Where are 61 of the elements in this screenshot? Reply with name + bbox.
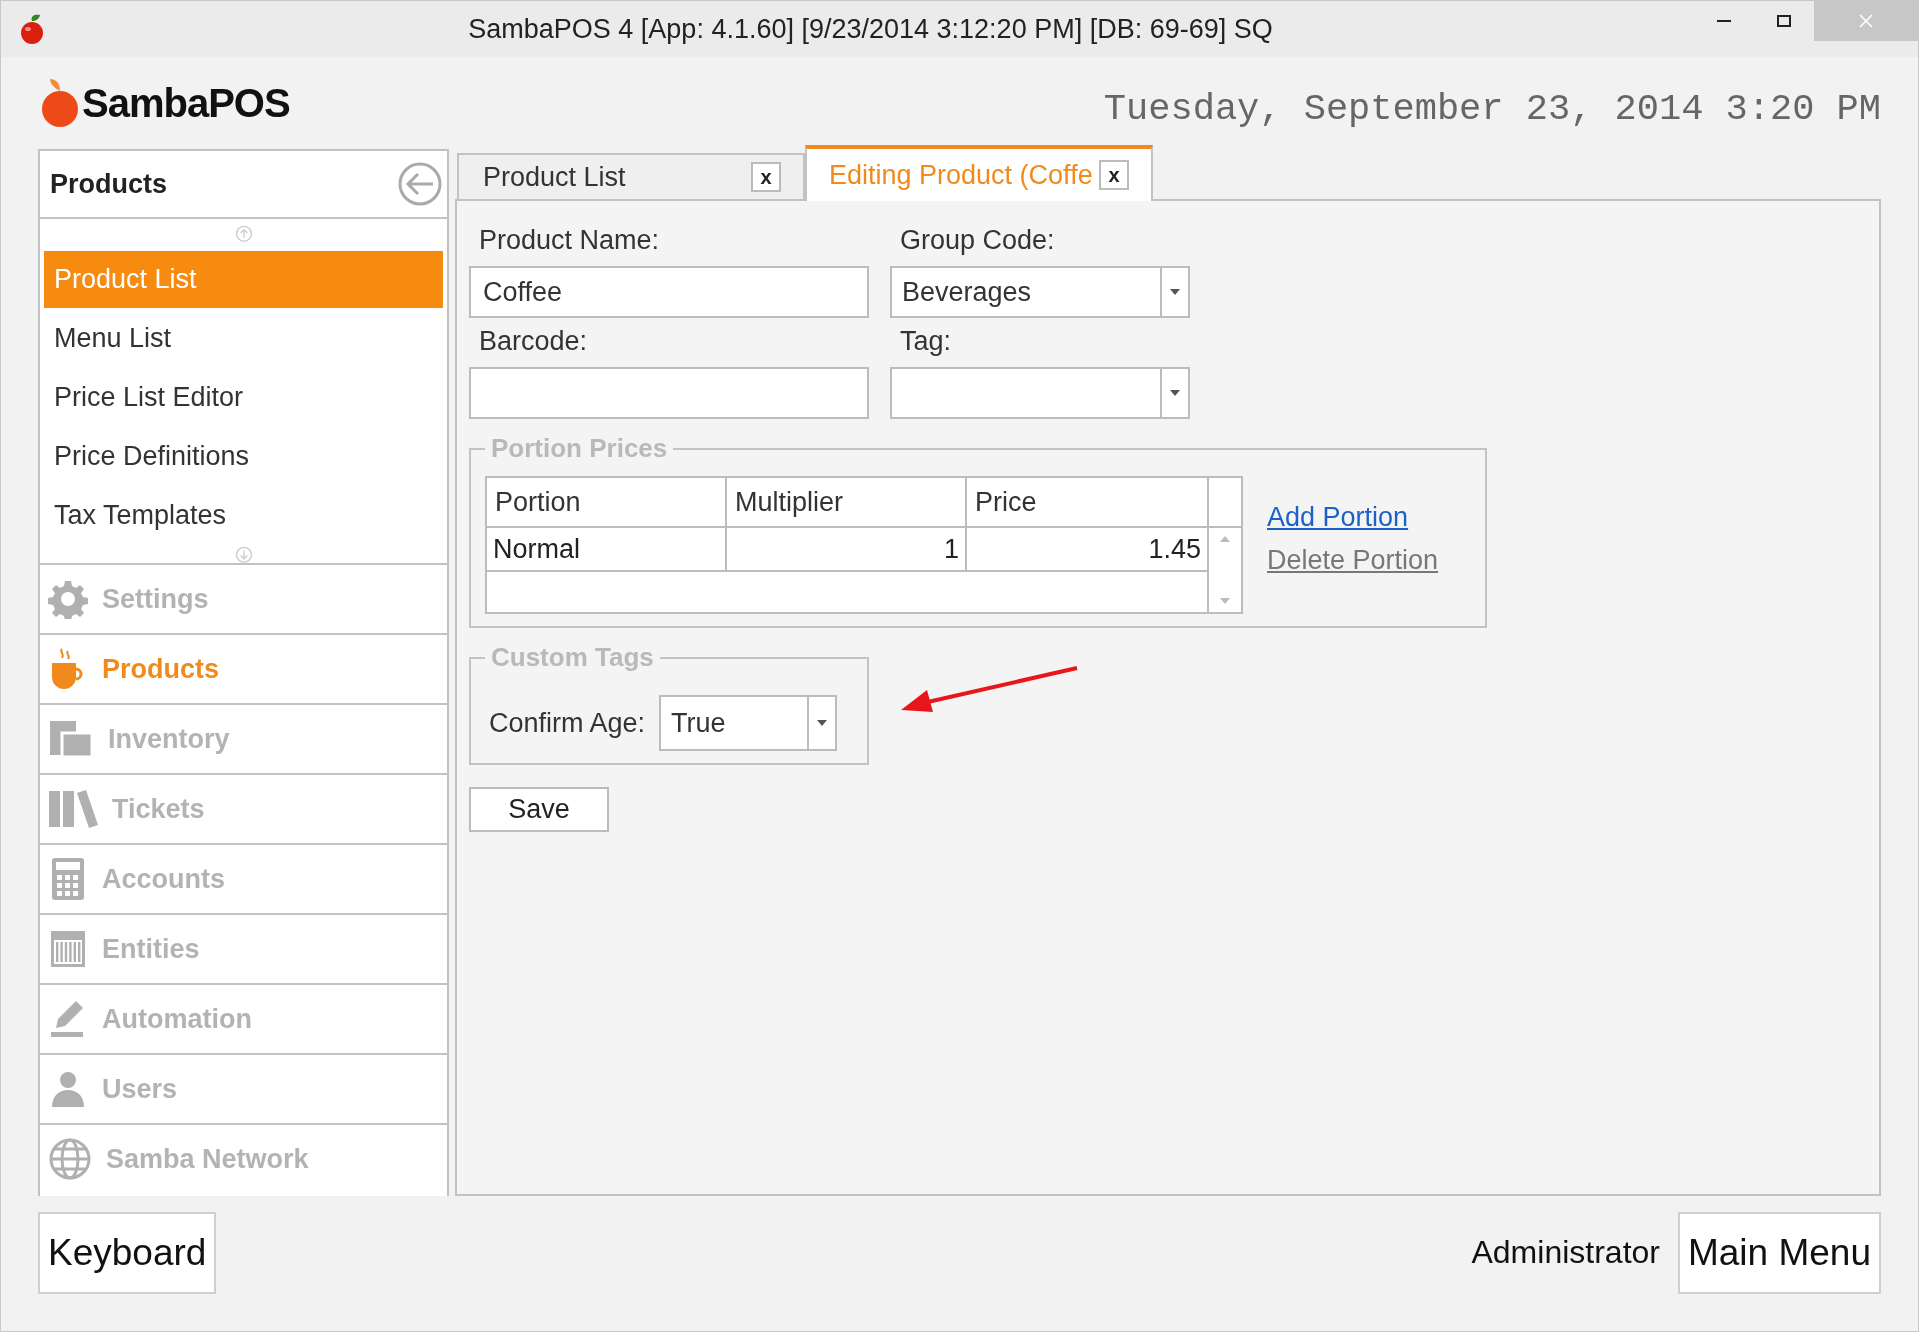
nav-label: Samba Network: [106, 1143, 309, 1175]
table-cell: 1: [727, 528, 967, 572]
nav-label: Automation: [102, 1003, 252, 1035]
dropdown[interactable]: Beverages: [890, 266, 1190, 318]
field-label: Confirm Age:: [489, 707, 646, 739]
input-field[interactable]: [469, 367, 869, 419]
barcode-panel-icon: [48, 929, 88, 969]
nav-label: Inventory: [108, 723, 230, 755]
main-menu-button[interactable]: Main Menu: [1677, 1212, 1881, 1294]
minimize-icon: [1717, 20, 1731, 22]
column-header: Multiplier: [727, 478, 967, 528]
sidebar-item[interactable]: Price List Editor: [44, 368, 443, 426]
sidebar-title: Products: [50, 168, 168, 200]
tab-close-button[interactable]: x: [751, 162, 781, 192]
scroll-up-icon[interactable]: [1220, 536, 1230, 542]
dropdown[interactable]: True: [659, 695, 838, 751]
field-label: Tag:: [899, 325, 953, 358]
group-title: Custom Tags: [490, 642, 655, 673]
input-field[interactable]: Coffee: [469, 266, 869, 318]
field-label: Barcode:: [478, 325, 589, 358]
gear-icon: [48, 579, 88, 619]
column-header: Price: [967, 478, 1209, 528]
sidebar-item[interactable]: Price Definitions: [44, 427, 443, 485]
table-cell: 1.45: [967, 528, 1209, 572]
tab-close-button[interactable]: x: [1099, 160, 1129, 190]
logo-wordmark: SambaPOS: [82, 80, 290, 126]
scroll-down-icon[interactable]: [1220, 598, 1230, 604]
field-label: Group Code:: [899, 224, 1056, 257]
save-button[interactable]: Save: [469, 787, 609, 832]
sidebar-item[interactable]: Menu List: [44, 309, 443, 367]
nav-label: Entities: [102, 933, 200, 965]
back-icon[interactable]: [397, 161, 443, 207]
dropdown-caret-icon: [1170, 390, 1180, 396]
tab[interactable]: Product List x: [457, 153, 805, 199]
link[interactable]: Delete Portion: [1267, 545, 1439, 576]
stacked-squares-icon: [48, 719, 94, 759]
column-header: Portion: [487, 478, 727, 528]
date-time: Tuesday, September 23, 2014 3:20 PM: [1103, 88, 1881, 130]
table-cell: Normal: [487, 528, 727, 572]
nav-label: Tickets: [112, 793, 205, 825]
dropdown[interactable]: [890, 367, 1190, 419]
user-name: Administrator: [1471, 1234, 1660, 1271]
group-title: Portion Prices: [490, 433, 669, 464]
nav-label: Products: [102, 653, 220, 685]
dropdown-caret-icon: [817, 720, 828, 726]
books-icon: [48, 789, 98, 829]
close-icon: [1859, 14, 1873, 28]
nav-label: Settings: [102, 583, 209, 615]
nav-label: Users: [102, 1073, 178, 1105]
nav-label: Accounts: [102, 863, 226, 895]
tab[interactable]: Editing Product (Coffe x: [805, 145, 1153, 201]
dropdown-caret-icon: [1170, 289, 1180, 295]
field-label: Product Name:: [478, 224, 661, 257]
tab-label: Product List: [483, 161, 626, 193]
keyboard-button[interactable]: Keyboard: [38, 1212, 217, 1294]
globe-icon: [48, 1137, 92, 1181]
link[interactable]: Add Portion: [1267, 502, 1439, 533]
sidebar-item[interactable]: Tax Templates: [44, 486, 443, 544]
tab-label: Editing Product (Coffe: [829, 159, 1093, 191]
maximize-icon: [1777, 15, 1791, 27]
window-title: SambaPOS 4 [App: 4.1.60] [9/23/2014 3:12:20 PM] [DB: 69-69] SQ: [467, 13, 1274, 45]
